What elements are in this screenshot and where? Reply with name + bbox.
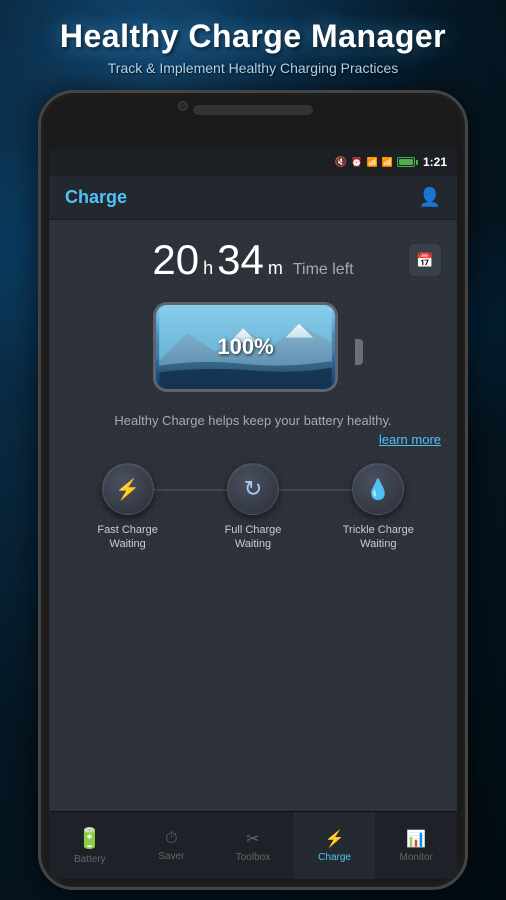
phone-speaker [193,105,313,115]
fast-charge-label: Fast ChargeWaiting [97,523,158,552]
alarm-icon: ⏰ [351,157,362,168]
nav-monitor[interactable]: 📊 Monitor [375,812,457,879]
battery-percentage: 100% [217,334,273,360]
nav-monitor-label: Monitor [399,852,432,863]
phone-frame: 🔇 ⏰ 📶 📶 1:21 Charge 👤 20 h 34 m Time lef… [38,90,468,890]
status-time: 1:21 [423,155,447,169]
full-charge-label: Full ChargeWaiting [225,523,282,552]
time-minutes-unit: m [268,258,283,279]
time-display: 20 h 34 m Time left 📅 [65,236,441,284]
nav-battery-icon: 🔋 [77,826,102,851]
nav-saver[interactable]: ⏱ Saver [131,812,213,879]
wifi-icon: 📶 [367,157,378,168]
nav-battery[interactable]: 🔋 Battery [49,812,131,879]
status-bar: 🔇 ⏰ 📶 📶 1:21 [49,148,457,176]
charge-modes: ⚡ Fast ChargeWaiting ↻ Full ChargeWaitin… [65,463,441,552]
fast-charge-icon-circle: ⚡ [102,463,154,515]
nav-charge[interactable]: ⚡ Charge [294,812,376,879]
nav-charge-icon: ⚡ [325,829,345,849]
mute-icon: 🔇 [335,157,347,168]
full-charge-icon-circle: ↻ [227,463,279,515]
bottom-nav: 🔋 Battery ⏱ Saver ✂ Toolbox ⚡ Charge 📊 M… [49,811,457,879]
time-hours: 20 [152,236,199,284]
battery-body: 100% [153,302,338,392]
toolbar: Charge 👤 [49,176,457,220]
toolbar-title: Charge [65,187,127,208]
nav-toolbox[interactable]: ✂ Toolbox [212,812,294,879]
main-content: 20 h 34 m Time left 📅 [49,220,457,811]
battery-visual: 100% [153,302,353,402]
helper-text: Healthy Charge helps keep your battery h… [114,413,391,428]
nav-toolbox-icon: ✂ [246,829,259,849]
helper-section: Healthy Charge helps keep your battery h… [65,412,441,447]
app-subtitle: Track & Implement Healthy Charging Pract… [20,60,486,76]
time-label: Time left [293,261,354,279]
profile-icon[interactable]: 👤 [419,187,441,208]
trickle-charge-icon: 💧 [366,477,391,502]
full-charge-mode[interactable]: ↻ Full ChargeWaiting [190,463,315,552]
signal-icon: 📶 [382,157,393,168]
calendar-icon[interactable]: 📅 [409,244,441,276]
app-header-section: Healthy Charge Manager Track & Implement… [0,0,506,86]
battery-status-icon [397,157,415,167]
phone-screen: 🔇 ⏰ 📶 📶 1:21 Charge 👤 20 h 34 m Time lef… [49,148,457,879]
app-title: Healthy Charge Manager [20,18,486,55]
status-icons: 🔇 ⏰ 📶 📶 1:21 [335,155,447,169]
nav-saver-icon: ⏱ [165,830,177,848]
nav-battery-label: Battery [74,854,106,865]
fast-charge-mode[interactable]: ⚡ Fast ChargeWaiting [65,463,190,552]
time-minutes: 34 [217,236,264,284]
full-charge-icon: ↻ [244,476,262,502]
time-hours-unit: h [203,258,213,279]
fast-charge-icon: ⚡ [115,477,140,502]
trickle-charge-mode[interactable]: 💧 Trickle ChargeWaiting [316,463,441,552]
nav-toolbox-label: Toolbox [236,852,270,863]
trickle-charge-icon-circle: 💧 [352,463,404,515]
trickle-charge-label: Trickle ChargeWaiting [343,523,414,552]
learn-more-link[interactable]: learn more [65,432,441,447]
phone-camera [178,101,188,111]
nav-charge-label: Charge [318,852,351,863]
nav-saver-label: Saver [158,851,184,862]
nav-monitor-icon: 📊 [406,829,426,849]
battery-terminal [355,339,363,365]
